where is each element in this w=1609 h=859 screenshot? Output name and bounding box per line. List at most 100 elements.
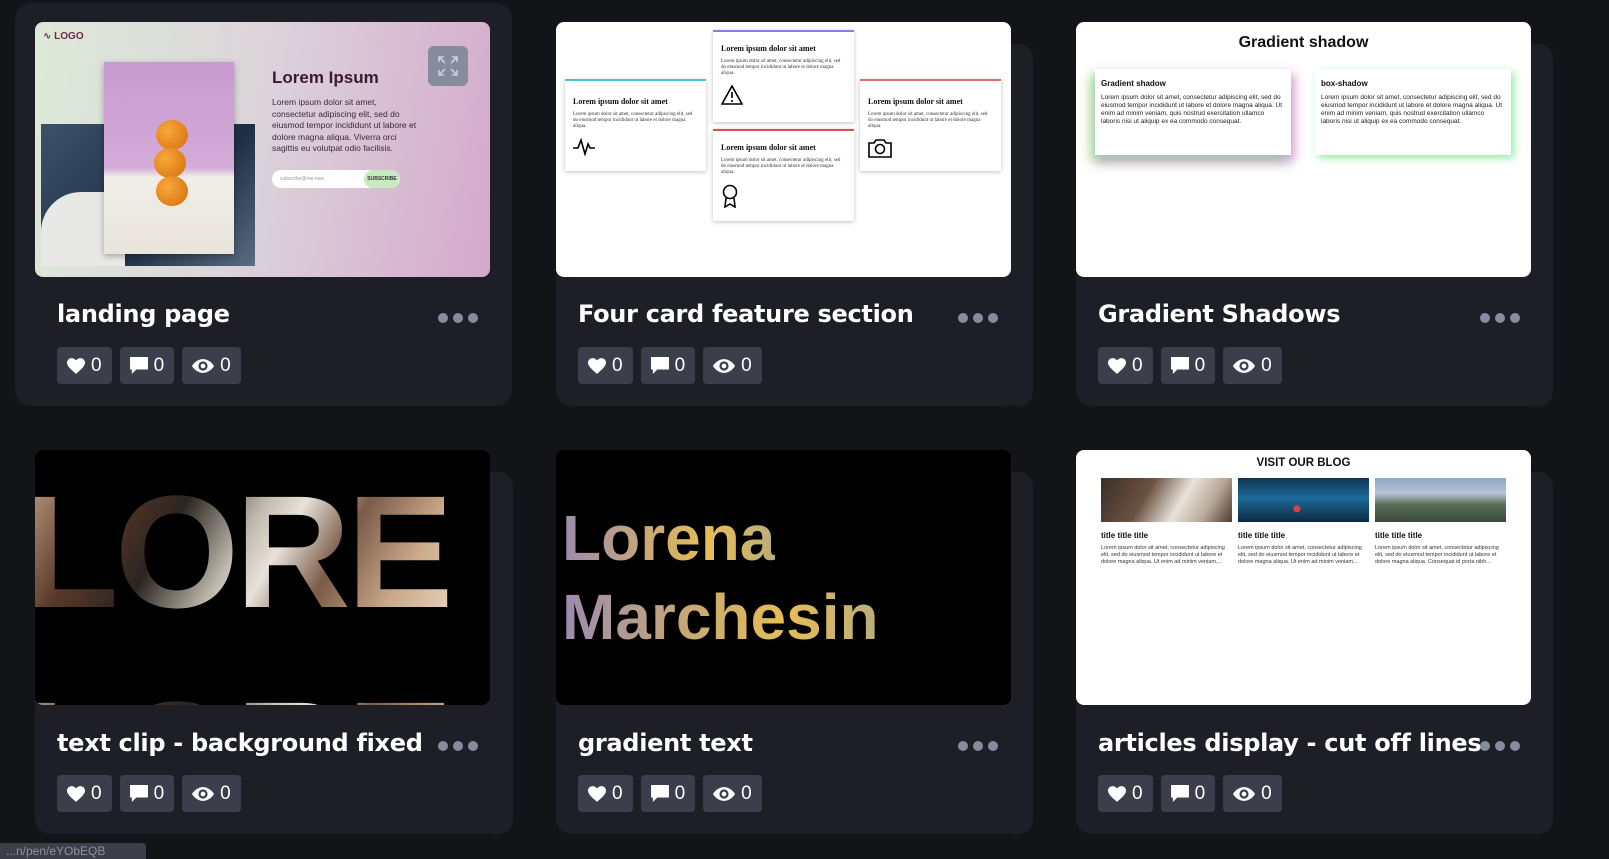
more-options-button[interactable] — [958, 741, 998, 751]
feature-card-3: Lorem ipsum dolor sit amet Lorem ipsum d… — [713, 129, 854, 221]
preview-photo-oranges — [104, 62, 234, 254]
status-bar-url: ...n/pen/eYObEQB — [0, 843, 146, 859]
feature-card-4: Lorem ipsum dolor sit amet Lorem ipsum d… — [860, 79, 1001, 171]
views-count: 0 — [741, 782, 752, 804]
views-button[interactable]: 0 — [1223, 775, 1282, 812]
comment-button[interactable]: 0 — [119, 775, 175, 812]
pen-title[interactable]: landing page — [57, 300, 230, 328]
like-count: 0 — [91, 782, 102, 804]
pen-title[interactable]: articles display - cut off lines — [1098, 729, 1482, 757]
comment-button[interactable]: 0 — [119, 347, 175, 384]
article-image — [1375, 478, 1506, 522]
like-count: 0 — [612, 354, 623, 376]
more-options-button[interactable] — [1480, 741, 1520, 751]
comment-icon — [1170, 785, 1189, 802]
pen-title[interactable]: Four card feature section — [578, 300, 914, 328]
more-options-button[interactable] — [958, 313, 998, 323]
pen-stats: 0 0 0 — [57, 775, 241, 812]
pen-preview-gradient-text[interactable]: Lorena Marchesin — [556, 450, 1011, 705]
comment-icon — [1170, 357, 1189, 374]
preview-gradient-line-1: Lorena — [562, 502, 776, 574]
expand-icon[interactable] — [428, 46, 468, 86]
feature-card-2: Lorem ipsum dolor sit amet Lorem ipsum d… — [713, 30, 854, 122]
preview-text: Lorem ipsum dolor sit amet, consectetur … — [272, 97, 417, 153]
views-button[interactable]: 0 — [703, 775, 762, 812]
views-count: 0 — [220, 782, 231, 804]
pen-stats: 0 0 0 — [1098, 775, 1282, 812]
comment-button[interactable]: 0 — [1160, 775, 1216, 812]
heart-icon — [1108, 785, 1126, 802]
eye-icon — [1233, 786, 1256, 801]
preview-subscribe-field: subscribe@me.now SUBSCRIBE — [272, 170, 400, 188]
eye-icon — [192, 358, 215, 373]
pen-preview-landing-page[interactable]: ∿ LOGO Lorem Ipsum Lorem ipsum dolor sit… — [35, 22, 490, 277]
heart-icon — [588, 785, 606, 802]
comment-button[interactable]: 0 — [1160, 347, 1216, 384]
preview-logo: ∿ LOGO — [43, 31, 84, 42]
eye-icon — [713, 786, 736, 801]
camera-icon — [868, 138, 993, 163]
pulse-icon — [573, 137, 698, 161]
comment-count: 0 — [674, 354, 686, 376]
like-count: 0 — [1132, 782, 1143, 804]
comment-count: 0 — [1194, 354, 1206, 376]
eye-icon — [1233, 358, 1256, 373]
article-card-3: title title title Lorem ipsum dolor sit … — [1375, 478, 1506, 566]
like-count: 0 — [91, 354, 102, 376]
preview-heading: Lorem Ipsum — [272, 68, 379, 87]
views-button[interactable]: 0 — [182, 347, 241, 384]
pen-preview-four-card[interactable]: Lorem ipsum dolor sit amet Lorem ipsum d… — [556, 22, 1011, 277]
views-button[interactable]: 0 — [703, 347, 762, 384]
heart-icon — [588, 357, 606, 374]
warning-icon — [720, 84, 846, 110]
preview-clip-text-row-1: LORE — [35, 472, 453, 632]
comment-icon — [650, 357, 669, 374]
views-count: 0 — [1261, 354, 1272, 376]
like-button[interactable]: 0 — [57, 775, 112, 812]
like-button[interactable]: 0 — [57, 347, 112, 384]
comment-button[interactable]: 0 — [640, 347, 696, 384]
like-button[interactable]: 0 — [578, 347, 633, 384]
pen-preview-gradient-shadows[interactable]: Gradient shadow Gradient shadow Lorem ip… — [1076, 22, 1531, 277]
pen-title[interactable]: gradient text — [578, 729, 753, 757]
pen-stats: 0 0 0 — [57, 347, 241, 384]
like-button[interactable]: 0 — [578, 775, 633, 812]
pen-preview-text-clip[interactable]: LORE LORE — [35, 450, 490, 705]
comment-icon — [129, 785, 148, 802]
award-icon — [721, 184, 846, 213]
eye-icon — [192, 786, 215, 801]
preview-heading: Gradient shadow — [1238, 34, 1369, 51]
views-count: 0 — [741, 354, 752, 376]
heart-icon — [67, 785, 85, 802]
pen-stats: 0 0 0 — [578, 347, 762, 384]
pen-preview-articles-display[interactable]: VISIT OUR BLOG title title title Lorem i… — [1076, 450, 1531, 705]
comment-icon — [129, 357, 148, 374]
like-count: 0 — [612, 782, 623, 804]
preview-heading: VISIT OUR BLOG — [1256, 457, 1351, 469]
pen-title[interactable]: text clip - background fixed — [57, 729, 423, 757]
article-image — [1238, 478, 1369, 522]
more-options-button[interactable] — [438, 313, 478, 323]
comment-count: 0 — [153, 354, 165, 376]
heart-icon — [1108, 357, 1126, 374]
like-button[interactable]: 0 — [1098, 775, 1153, 812]
views-button[interactable]: 0 — [182, 775, 241, 812]
pen-title[interactable]: Gradient Shadows — [1098, 300, 1341, 328]
heart-icon — [67, 357, 85, 374]
pen-stats: 0 0 0 — [578, 775, 762, 812]
comment-count: 0 — [153, 782, 165, 804]
gradient-shadow-card: Gradient shadow Lorem ipsum dolor sit am… — [1095, 69, 1291, 155]
article-image — [1101, 478, 1232, 522]
article-card-2: title title title Lorem ipsum dolor sit … — [1238, 478, 1369, 566]
more-options-button[interactable] — [438, 741, 478, 751]
comment-count: 0 — [674, 782, 686, 804]
preview-gradient-line-2: Marchesin — [562, 581, 879, 653]
views-button[interactable]: 0 — [1223, 347, 1282, 384]
article-card-1: title title title Lorem ipsum dolor sit … — [1101, 478, 1232, 566]
more-options-button[interactable] — [1480, 313, 1520, 323]
pen-stats: 0 0 0 — [1098, 347, 1282, 384]
like-button[interactable]: 0 — [1098, 347, 1153, 384]
views-count: 0 — [220, 354, 231, 376]
feature-card-1: Lorem ipsum dolor sit amet Lorem ipsum d… — [565, 79, 706, 171]
comment-button[interactable]: 0 — [640, 775, 696, 812]
